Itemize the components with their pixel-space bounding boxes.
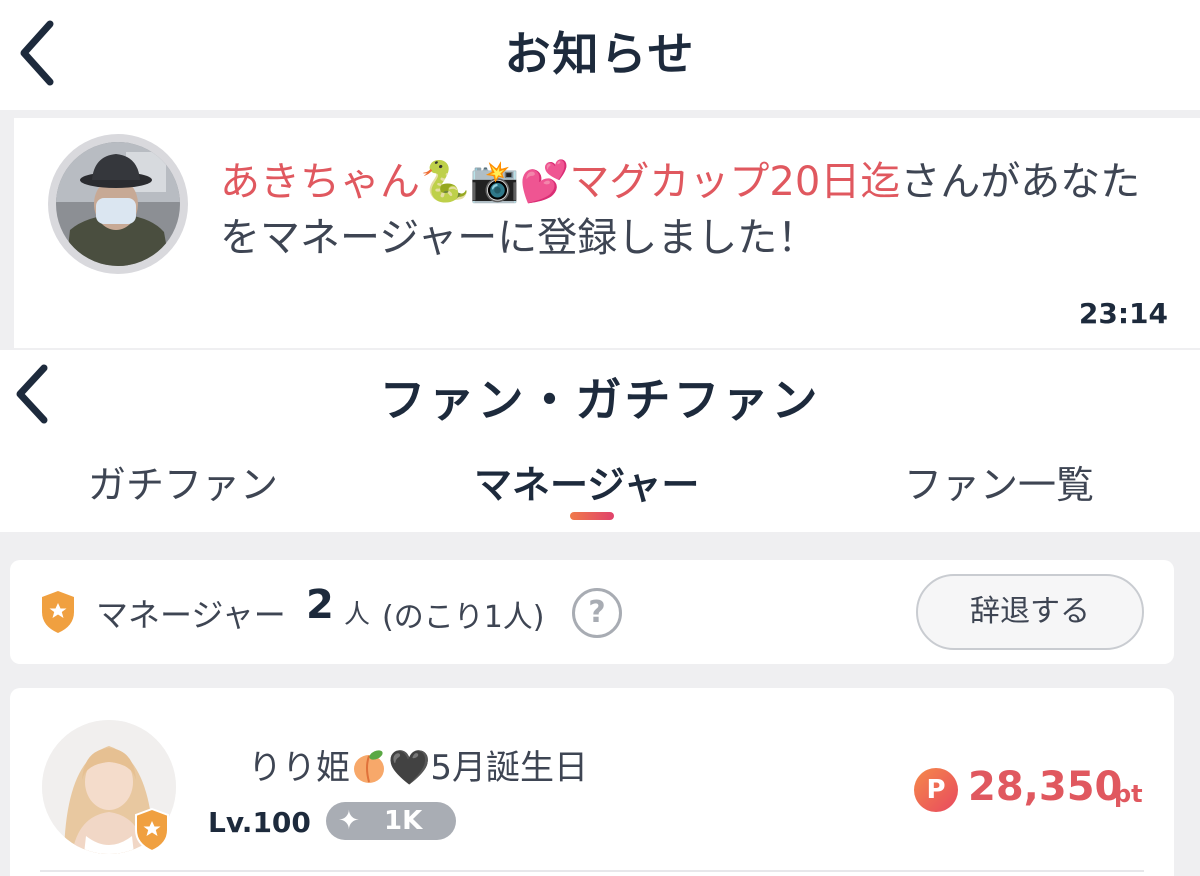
manager-count: 2 (306, 582, 334, 628)
tab-gachi-fan[interactable]: ガチファン (88, 454, 278, 509)
divider (40, 870, 1144, 872)
sender-name[interactable]: あきちゃん🐍📸💕マグカップ20日迄 (220, 159, 900, 205)
resign-button[interactable]: 辞退する (916, 574, 1144, 650)
tab-fan-list[interactable]: ファン一覧 (904, 454, 1094, 509)
page-title: ファン・ガチファン (379, 373, 821, 427)
manager-summary: マネージャー 2 人 (のこり1人) ? 辞退する (10, 560, 1174, 664)
manager-label: マネージャー (96, 596, 286, 634)
manager-shield-badge-icon (134, 808, 170, 852)
notification-message: あきちゃん🐍📸💕マグカップ20日迄さんがあなたをマネージャーに登録しました！ (220, 154, 1180, 266)
fan-header: ファン・ガチファン (0, 350, 1200, 440)
fan-name-part2: 🖤5月誕生日 (388, 748, 588, 788)
page-title: お知らせ (504, 27, 696, 81)
points-unit: pt (1114, 780, 1143, 808)
avatar[interactable] (48, 134, 188, 274)
manager-remaining: (のこり1人) (382, 600, 545, 635)
tab-manager[interactable]: マネージャー (474, 454, 699, 509)
sender-photo (56, 142, 180, 266)
notification-item[interactable]: あきちゃん🐍📸💕マグカップ20日迄さんがあなたをマネージャーに登録しました！ 2… (14, 118, 1200, 348)
manager-count-unit: 人 (344, 600, 371, 630)
fan-level: Lv.100 (208, 806, 311, 839)
rank-value: 1K (384, 806, 423, 836)
shield-star-icon (40, 590, 76, 634)
peach-emoji-icon (354, 750, 384, 783)
sparkle-icon: ✦ (338, 806, 360, 836)
notification-list: あきちゃん🐍📸💕マグカップ20日迄さんがあなたをマネージャーに登録しました！ 2… (0, 110, 1200, 350)
active-tab-indicator (570, 512, 614, 520)
fan-list-item[interactable]: りり姫 🖤5月誕生日 Lv.100 ✦ 1K P 28,350 pt (10, 688, 1174, 876)
notification-timestamp: 23:14 (1078, 297, 1168, 330)
rank-badge: ✦ 1K (326, 802, 456, 840)
fan-name[interactable]: りり姫 🖤5月誕生日 (248, 740, 588, 789)
notice-header: お知らせ (0, 0, 1200, 110)
fan-points: 28,350 (968, 764, 1123, 810)
points-p-icon: P (914, 768, 958, 812)
help-icon[interactable]: ? (572, 588, 622, 638)
fan-name-part1: りり姫 (248, 748, 350, 788)
tab-bar: ガチファン マネージャー ファン一覧 (0, 440, 1200, 532)
